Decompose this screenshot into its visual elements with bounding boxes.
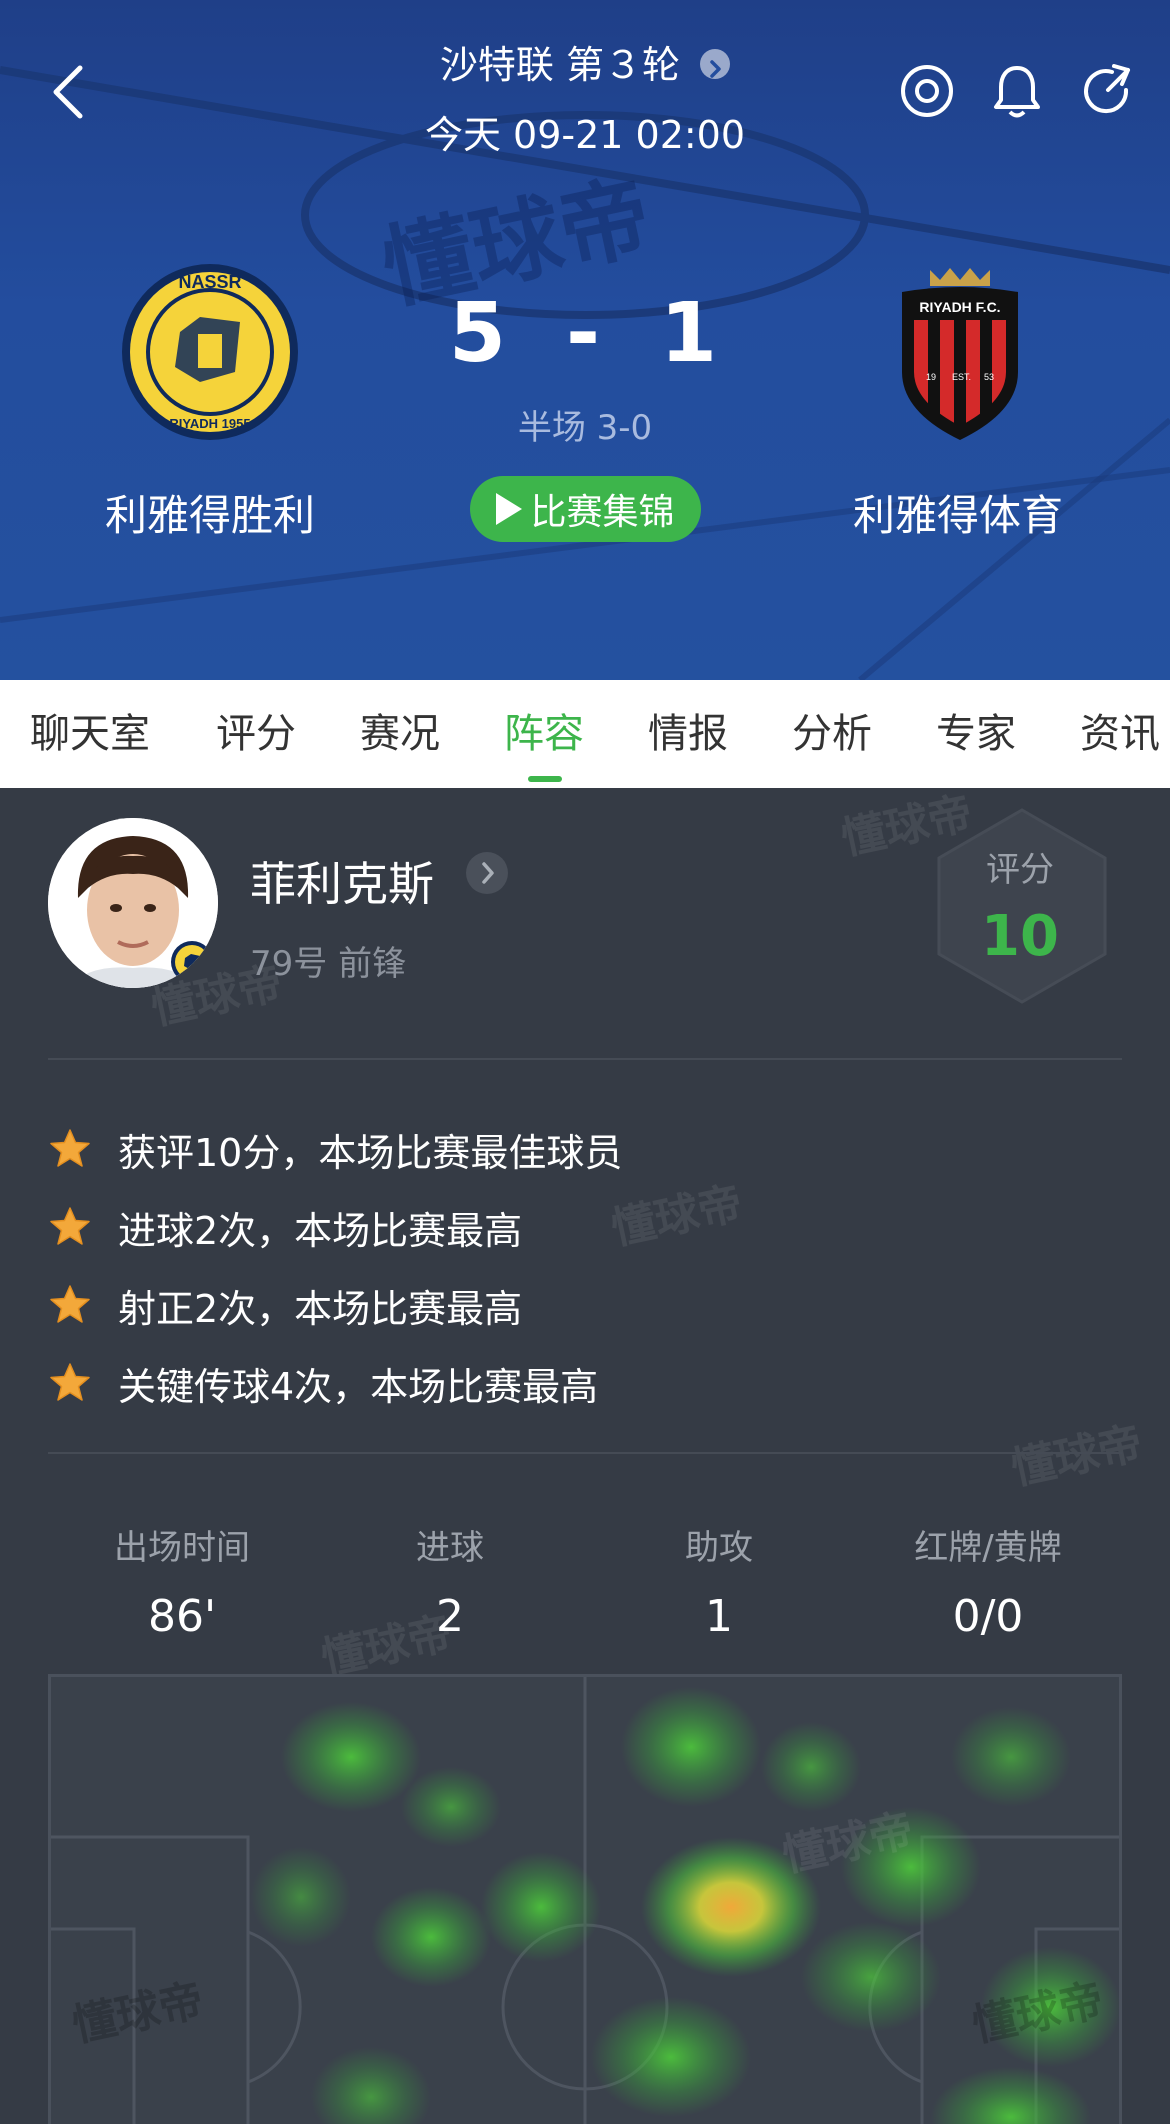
honor-item: 获评10分，本场比赛最佳球员 [48, 1110, 622, 1188]
share-icon [1084, 64, 1130, 114]
chevron-right-icon [700, 48, 731, 79]
stat-value: 2 [436, 1591, 464, 1642]
tab-ratings[interactable]: 评分 [216, 680, 296, 788]
chevron-right-icon [482, 862, 494, 884]
star-icon [50, 1363, 90, 1401]
stat-label: 红牌/黄牌 [914, 1528, 1062, 1568]
heatmap-pitch: 懂球帝 懂球帝 懂球帝 [48, 1674, 1122, 2124]
follow-button[interactable] [898, 62, 956, 120]
tab-bar: 聊天室 评分 赛况 阵容 情报 分析 专家 资讯 [0, 680, 1170, 788]
player-number-position: 79号 前锋 [250, 944, 407, 984]
stat-label: 进球 [416, 1528, 484, 1568]
stat-value: 1 [705, 1591, 733, 1642]
honor-text: 获评10分，本场比赛最佳球员 [118, 1130, 623, 1175]
rating-label: 评分 [986, 850, 1054, 890]
honor-text: 进球2次，本场比赛最高 [118, 1208, 523, 1253]
team-badge-icon [171, 941, 213, 983]
highlights-button[interactable]: 比赛集锦 [470, 476, 701, 542]
rating-value: 10 [981, 904, 1059, 969]
stat-label: 出场时间 [114, 1528, 250, 1568]
tab-analysis[interactable]: 分析 [792, 680, 872, 788]
away-team-logo[interactable]: RIYADH F.C. 19 EST. 53 [890, 262, 1030, 442]
stat-goals: 进球 2 [316, 1520, 584, 1642]
away-score: 1 [660, 286, 722, 381]
match-header: 懂球帝 沙特联 第３轮 今天 09-21 02:00 NASSR RIYADH … [0, 0, 1170, 680]
watermark: 懂球帝 [607, 1177, 747, 1256]
player-detail-button[interactable] [466, 852, 508, 894]
stat-label: 助攻 [685, 1528, 753, 1568]
away-team-name[interactable]: 利雅得体育 [778, 482, 1138, 543]
highlights-label: 比赛集锦 [530, 492, 675, 533]
heatmap [51, 1677, 1119, 2124]
honor-text: 射正2次，本场比赛最高 [118, 1286, 523, 1331]
tab-news[interactable]: 资讯 [1080, 680, 1160, 788]
notification-button[interactable] [988, 62, 1046, 120]
bell-icon [994, 66, 1040, 118]
tab-live[interactable]: 赛况 [360, 680, 440, 788]
svg-text:19: 19 [926, 372, 936, 382]
stat-cards: 红牌/黄牌 0/0 [854, 1520, 1122, 1642]
svg-text:RIYADH F.C.: RIYADH F.C. [919, 299, 1000, 315]
share-button[interactable] [1078, 62, 1136, 120]
tab-intel[interactable]: 情报 [648, 680, 728, 788]
player-stats: 出场时间 86' 进球 2 助攻 1 红牌/黄牌 0/0 [48, 1520, 1122, 1650]
target-icon [901, 65, 953, 117]
player-name[interactable]: 菲利克斯 [250, 848, 434, 914]
play-icon [496, 493, 523, 525]
player-avatar[interactable] [48, 818, 218, 988]
stat-minutes: 出场时间 86' [48, 1520, 316, 1642]
stat-assists: 助攻 1 [585, 1520, 853, 1642]
tab-chatroom[interactable]: 聊天室 [30, 680, 150, 788]
honor-item: 关键传球4次，本场比赛最高 [48, 1344, 622, 1422]
svg-text:53: 53 [984, 372, 994, 382]
tab-lineup[interactable]: 阵容 [504, 680, 584, 788]
league-round-label: 沙特联 第３轮 [439, 43, 680, 87]
divider [48, 1058, 1122, 1060]
divider [48, 1452, 1122, 1454]
tab-experts[interactable]: 专家 [936, 680, 1016, 788]
star-icon [50, 1207, 90, 1245]
home-score: 5 [448, 286, 510, 381]
stat-value: 86' [147, 1591, 217, 1642]
honors-list: 获评10分，本场比赛最佳球员 进球2次，本场比赛最高 射正2次，本场比赛最高 关… [48, 1110, 622, 1422]
score-separator: - [565, 286, 605, 381]
active-tab-indicator [528, 776, 562, 782]
honor-item: 进球2次，本场比赛最高 [48, 1188, 622, 1266]
honor-item: 射正2次，本场比赛最高 [48, 1266, 622, 1344]
home-team-name[interactable]: 利雅得胜利 [30, 482, 390, 543]
svg-text:EST.: EST. [952, 372, 971, 382]
star-icon [50, 1129, 90, 1167]
star-icon [50, 1285, 90, 1323]
honor-text: 关键传球4次，本场比赛最高 [118, 1364, 599, 1409]
stat-value: 0/0 [952, 1591, 1024, 1642]
